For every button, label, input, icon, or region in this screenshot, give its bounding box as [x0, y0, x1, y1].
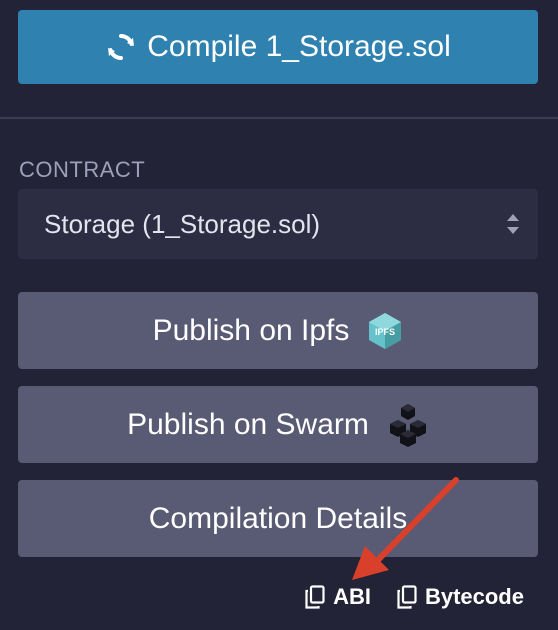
refresh-icon — [105, 31, 137, 63]
select-arrows-icon — [506, 212, 520, 236]
copy-abi-label: ABI — [333, 584, 371, 609]
copy-abi-button[interactable]: ABI — [305, 584, 371, 610]
compilation-details-label: Compilation Details — [148, 501, 408, 535]
ipfs-badge-text: IPFS — [375, 327, 395, 337]
compilation-details-button[interactable]: Compilation Details — [18, 480, 538, 557]
ipfs-icon: IPFS — [367, 312, 403, 350]
publish-ipfs-label: Publish on Ipfs — [152, 313, 350, 347]
contract-section-label: CONTRACT — [19, 157, 146, 182]
publish-swarm-button[interactable]: Publish on Swarm — [18, 386, 538, 463]
copy-bytecode-label: Bytecode — [424, 584, 524, 609]
section-divider — [0, 117, 558, 119]
compile-button-label: Compile 1_Storage.sol — [147, 30, 451, 63]
copy-icon — [397, 585, 417, 609]
publish-swarm-label: Publish on Swarm — [127, 407, 369, 441]
copy-icon — [305, 585, 325, 609]
copy-bytecode-button[interactable]: Bytecode — [397, 584, 524, 610]
compile-button[interactable]: Compile 1_Storage.sol — [18, 10, 538, 84]
copy-actions: ABI Bytecode — [305, 584, 524, 610]
contract-select-value: Storage (1_Storage.sol) — [44, 208, 321, 239]
swarm-icon — [387, 402, 429, 448]
publish-ipfs-button[interactable]: Publish on Ipfs IPFS — [18, 292, 538, 369]
contract-select[interactable]: Storage (1_Storage.sol) — [18, 189, 538, 259]
